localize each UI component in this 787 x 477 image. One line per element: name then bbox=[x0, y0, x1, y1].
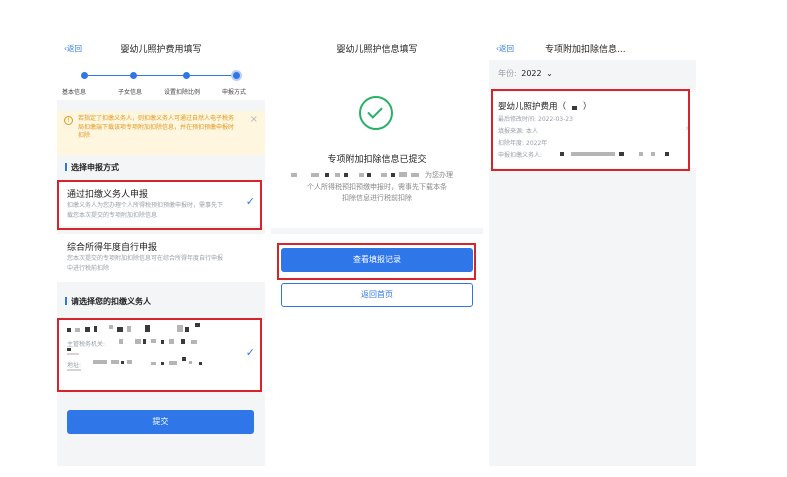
highlight-box bbox=[277, 243, 476, 280]
section-marker bbox=[65, 297, 67, 305]
highlight-box bbox=[57, 318, 262, 392]
info-icon: ! bbox=[64, 116, 73, 125]
year-selector[interactable]: 年份: 2022 ⌄ bbox=[498, 68, 553, 79]
section-marker bbox=[65, 163, 67, 171]
section-header-employer: 请选择您的扣缴义务人 bbox=[65, 296, 151, 307]
highlight-box bbox=[491, 89, 690, 171]
page-title: 婴幼儿照护信息填写 bbox=[336, 45, 418, 55]
nav-bar: 婴幼儿照护信息填写 bbox=[271, 36, 483, 60]
success-check-icon bbox=[359, 96, 393, 130]
chevron-down-icon: ⌄ bbox=[546, 69, 553, 78]
home-button[interactable]: 返回首页 bbox=[281, 283, 473, 307]
step-label: 基本信息 bbox=[62, 89, 87, 96]
result-desc-3: 扣除信息进行税前扣除 bbox=[342, 194, 412, 202]
back-button[interactable]: ‹返回 bbox=[496, 43, 514, 54]
close-icon[interactable]: × bbox=[250, 114, 258, 125]
screen-deduction-records: ‹返回 专项附加扣除信息... 年份: 2022 ⌄ 婴幼儿照护费用（） 最后修… bbox=[489, 36, 696, 466]
step-label: 申报方式 bbox=[222, 89, 247, 96]
step-label: 子女信息 bbox=[118, 89, 143, 96]
section-header-method: 选择申报方式 bbox=[65, 162, 119, 173]
step-dot bbox=[130, 72, 137, 79]
result-panel: 专项附加扣除信息已提交 为您办理 个人所得税预扣预缴申报时，需事先下载本条 扣除… bbox=[271, 60, 483, 228]
step-dot bbox=[81, 72, 88, 79]
notice-text: 若指定了扣缴义务人，则扣缴义务人可通过自然人电子税务局扣缴端下载该项专项附加扣除… bbox=[78, 115, 235, 139]
submit-button[interactable]: 提交 bbox=[67, 410, 254, 434]
nav-bar: ‹返回 婴幼儿照护费用填写 bbox=[57, 36, 265, 60]
highlight-box bbox=[57, 180, 262, 230]
option-self-declare[interactable]: 综合所得年度自行申报 您本次提交的专项附加扣除信息可在综合所得年度自行申报中进行… bbox=[57, 234, 265, 282]
result-desc-1: 为您办理 bbox=[425, 171, 453, 179]
step-dot bbox=[183, 72, 190, 79]
nav-bar: ‹返回 专项附加扣除信息... bbox=[489, 36, 696, 60]
notice-banner: ! 若指定了扣缴义务人，则扣缴义务人可通过自然人电子税务局扣缴端下载该项专项附加… bbox=[57, 111, 265, 155]
screen-childcare-form: ‹返回 婴幼儿照护费用填写 基本信息 子女信息 设置扣除比例 申报方式 ! 若指… bbox=[57, 36, 265, 466]
step-label: 设置扣除比例 bbox=[164, 89, 201, 96]
screen-submit-success: 婴幼儿照护信息填写 专项附加扣除信息已提交 为您办理 个人所得税预扣预缴申报时，… bbox=[271, 36, 483, 466]
result-desc-2: 个人所得税预扣预缴申报时，需事先下载本条 bbox=[307, 183, 447, 191]
step-progress: 基本信息 子女信息 设置扣除比例 申报方式 bbox=[57, 60, 265, 100]
step-dot-current bbox=[231, 70, 242, 81]
result-title: 专项附加扣除信息已提交 bbox=[327, 155, 427, 165]
page-title: 婴幼儿照护费用填写 bbox=[120, 45, 202, 55]
page-title: 专项附加扣除信息... bbox=[545, 45, 626, 55]
